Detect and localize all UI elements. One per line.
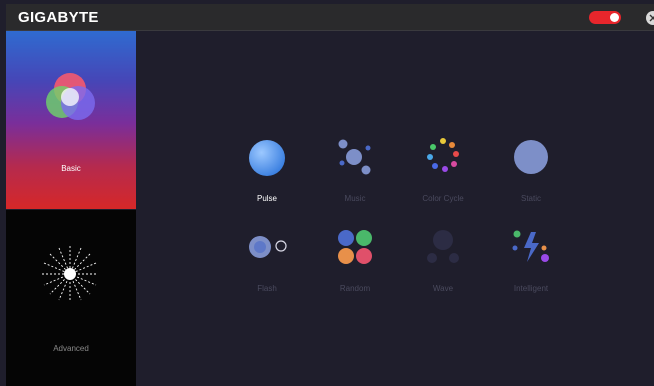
effect-label: Intelligent xyxy=(513,284,549,293)
effect-color-cycle[interactable]: Color Cycle xyxy=(403,136,483,216)
rgb-fusion-window: GIGABYTE Basic Advanced Pulse Music Colo… xyxy=(0,0,654,386)
effect-label: Static xyxy=(520,194,541,203)
effect-intelligent[interactable]: Intelligent xyxy=(491,226,571,306)
effect-flash[interactable]: Flash xyxy=(227,226,307,306)
sidebar-item-label: Basic xyxy=(61,164,81,173)
sidebar-item-advanced[interactable]: Advanced xyxy=(6,210,136,386)
effect-music[interactable]: Music xyxy=(315,136,395,216)
random-icon xyxy=(338,230,372,264)
effect-pulse[interactable]: Pulse xyxy=(227,136,307,216)
effect-label: Pulse xyxy=(256,194,277,203)
wave-icon xyxy=(427,230,459,263)
effect-random[interactable]: Random xyxy=(315,226,395,306)
intelligent-icon xyxy=(512,230,549,262)
starburst-icon xyxy=(42,246,98,302)
effect-label: Music xyxy=(344,194,366,203)
sidebar-item-label: Advanced xyxy=(53,344,89,353)
static-icon xyxy=(514,140,548,174)
color-cycle-icon xyxy=(427,138,459,172)
music-icon xyxy=(338,139,371,175)
pulse-icon xyxy=(249,140,285,176)
sidebar: Basic Advanced xyxy=(6,31,136,386)
sidebar-item-basic[interactable]: Basic xyxy=(6,31,136,209)
effect-label: Wave xyxy=(432,284,454,293)
effect-static[interactable]: Static xyxy=(491,136,571,216)
flash-icon xyxy=(249,236,287,258)
effects-panel: Pulse Music Color Cycle Static Flash Ran… xyxy=(137,31,654,386)
close-button[interactable] xyxy=(646,11,654,25)
title-bar: GIGABYTE xyxy=(6,4,654,31)
toggle-knob xyxy=(610,13,619,22)
close-icon xyxy=(649,14,654,22)
led-power-toggle[interactable] xyxy=(589,11,621,24)
color-blend-icon xyxy=(46,73,95,120)
brand-logo: GIGABYTE xyxy=(18,9,99,26)
effect-label: Random xyxy=(339,284,371,293)
effect-label: Color Cycle xyxy=(422,194,464,203)
effect-label: Flash xyxy=(257,284,277,293)
effect-wave[interactable]: Wave xyxy=(403,226,483,306)
